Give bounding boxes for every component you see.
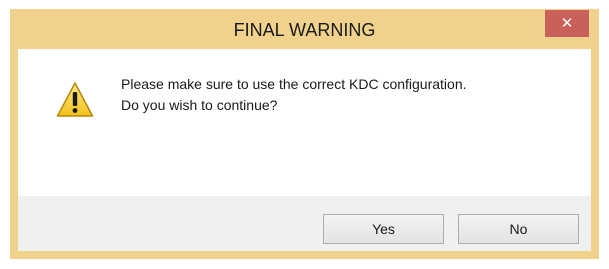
message-text: Please make sure to use the correct KDC … <box>121 74 467 116</box>
dialog-title: FINAL WARNING <box>233 20 376 40</box>
close-icon: ✕ <box>560 15 574 32</box>
message-line-1: Please make sure to use the correct KDC … <box>121 76 467 92</box>
yes-button[interactable]: Yes <box>323 214 444 244</box>
close-button[interactable]: ✕ <box>545 10 589 37</box>
no-button[interactable]: No <box>458 214 579 244</box>
title-bar[interactable]: FINAL WARNING ✕ <box>10 9 599 49</box>
dialog-content: Please make sure to use the correct KDC … <box>18 49 591 196</box>
warning-icon <box>56 82 94 117</box>
message-line-2: Do you wish to continue? <box>121 97 278 113</box>
dialog-window: FINAL WARNING ✕ Please make sure to use … <box>10 9 599 259</box>
button-bar: Yes No <box>18 196 591 251</box>
